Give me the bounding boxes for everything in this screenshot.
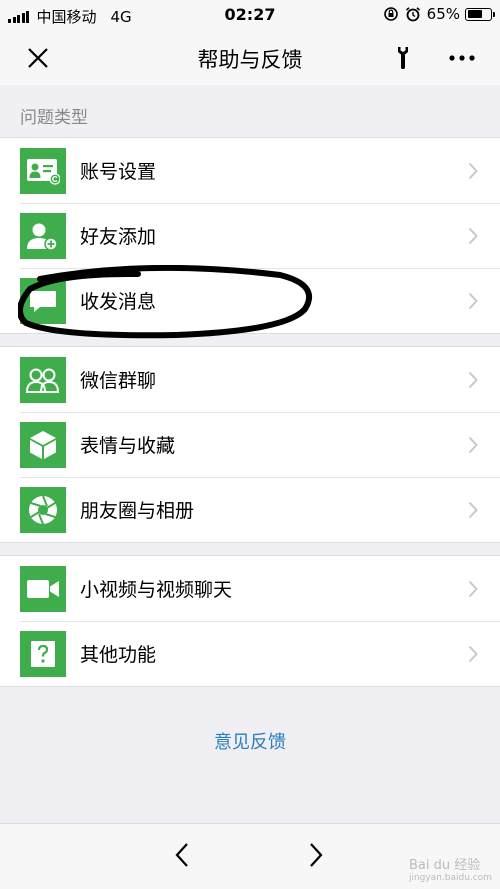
menu-group-2: 微信群聊 表情与收藏 朋友圈与相册 [0, 346, 500, 543]
battery-icon [465, 7, 495, 21]
menu-item-account-settings[interactable]: 账号设置 [0, 138, 500, 203]
menu-item-other-features[interactable]: 其他功能 [0, 621, 500, 686]
chevron-right-icon [468, 227, 478, 244]
more-icon [449, 54, 475, 61]
menu-item-label: 表情与收藏 [80, 435, 176, 457]
menu-item-label: 小视频与视频聊天 [80, 579, 233, 601]
menu-item-label: 账号设置 [80, 161, 157, 183]
wrench-icon [398, 46, 408, 69]
chevron-right-icon [468, 292, 478, 309]
menu-item-stickers-favorites[interactable]: 表情与收藏 [0, 412, 500, 477]
section-label: 问题类型 [20, 108, 88, 128]
feedback-link[interactable]: 意见反馈 [0, 728, 500, 754]
chevron-right-icon [468, 645, 478, 662]
chevron-right-icon [468, 371, 478, 388]
chevron-left-icon [175, 843, 188, 867]
menu-item-group-chat[interactable]: 微信群聊 [0, 347, 500, 412]
menu-item-video-chat[interactable]: 小视频与视频聊天 [0, 556, 500, 621]
chevron-right-icon [468, 580, 478, 597]
menu-group-3: 小视频与视频聊天 其他功能 [0, 555, 500, 687]
menu-item-label: 其他功能 [80, 644, 157, 666]
bottom-bar: Bai du 经验 jingyan.baidu.com [0, 823, 500, 889]
page-title: 帮助与反馈 [197, 48, 303, 72]
menu-item-moments-album[interactable]: 朋友圈与相册 [0, 477, 500, 542]
nav-bar: 帮助与反馈 [0, 30, 500, 85]
id-card-icon [20, 147, 66, 194]
menu-group-1: 账号设置 好友添加 收发消息 [0, 137, 500, 334]
rotation-lock-icon [383, 7, 398, 21]
chevron-right-icon [468, 162, 478, 179]
more-button[interactable] [444, 30, 480, 85]
tool-button[interactable] [388, 30, 418, 85]
aperture-icon [20, 486, 66, 533]
menu-item-add-friends[interactable]: 好友添加 [0, 203, 500, 268]
status-bar: 中国移动 4G 02:27 65% [0, 0, 500, 30]
menu-item-label: 收发消息 [80, 291, 157, 313]
back-button[interactable] [174, 842, 190, 872]
watermark-text: Bai du 经验 [408, 858, 481, 873]
cube-icon [20, 421, 66, 468]
chevron-right-icon [310, 843, 323, 867]
chevron-right-icon [468, 436, 478, 453]
forward-button[interactable] [308, 842, 324, 872]
question-icon [20, 630, 66, 677]
menu-item-label: 朋友圈与相册 [80, 500, 195, 522]
add-friend-icon [20, 212, 66, 259]
alarm-icon [405, 7, 420, 22]
menu-item-label: 微信群聊 [80, 370, 157, 392]
chevron-right-icon [468, 501, 478, 518]
video-camera-icon [20, 565, 66, 612]
battery-percent: 65% [426, 5, 460, 23]
menu-item-messages[interactable]: 收发消息 [0, 268, 500, 333]
chat-bubble-icon [20, 277, 66, 324]
menu-item-label: 好友添加 [80, 226, 157, 248]
watermark: Bai du 经验 jingyan.baidu.com [409, 854, 492, 883]
watermark-subtext: jingyan.baidu.com [408, 873, 492, 883]
group-chat-icon [20, 356, 66, 403]
